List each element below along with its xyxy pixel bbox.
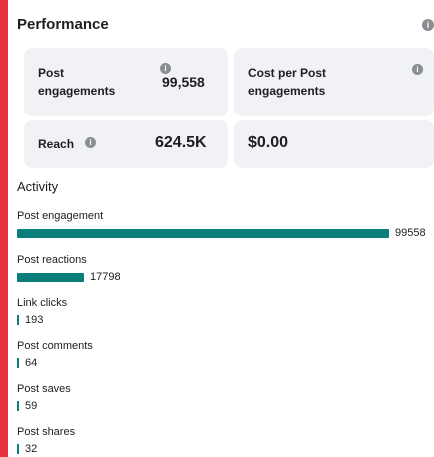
metric-label: Post shares — [17, 426, 76, 438]
info-icon[interactable]: i — [160, 63, 171, 74]
performance-title: Performance — [17, 16, 109, 33]
metric-row: 59 — [17, 399, 71, 413]
cost-per-post-label-line1: Cost per Post — [248, 66, 327, 80]
metric-value: 17798 — [90, 271, 121, 283]
post-engagements-card[interactable]: Post engagements i 99,558 — [24, 48, 228, 116]
metric-row: 17798 — [17, 270, 121, 284]
metric-bar — [17, 401, 19, 411]
metric-label: Link clicks — [17, 297, 68, 309]
cost-per-post-label-line2: engagements — [248, 84, 326, 98]
metric-value: 64 — [25, 357, 38, 369]
metric-label: Post reactions — [17, 254, 87, 266]
metric-row: 193 — [17, 313, 67, 327]
cost-value: $0.00 — [248, 134, 289, 151]
post-engagements-value: 99,558 — [162, 74, 205, 90]
post-engagements-label-line1: Post — [38, 66, 65, 80]
activity-metric: Post engagement 99558 — [17, 209, 426, 240]
metric-row: 99558 — [17, 226, 426, 240]
metric-bar — [17, 444, 19, 454]
cost-per-post-label: Cost per Post engagements — [248, 64, 326, 100]
metric-value: 99558 — [395, 227, 426, 239]
activity-metric: Post shares 32 — [17, 425, 75, 456]
post-engagements-label-line2: engagements — [38, 84, 116, 98]
activity-metric: Post comments 64 — [17, 339, 93, 370]
metric-value: 59 — [25, 400, 38, 412]
info-icon[interactable]: i — [422, 19, 434, 31]
metric-bar — [17, 272, 84, 282]
metric-row: 32 — [17, 442, 75, 456]
metric-bar — [17, 315, 19, 325]
metric-label: Post saves — [17, 383, 71, 395]
metric-value: 32 — [25, 443, 38, 455]
activity-metric: Post reactions 17798 — [17, 253, 121, 284]
cost-per-post-card[interactable]: Cost per Post engagements i — [234, 48, 434, 116]
activity-metric: Post saves 59 — [17, 382, 71, 413]
metric-label: Post comments — [17, 340, 93, 352]
metric-bar — [17, 228, 389, 238]
performance-panel: Performance i Post engagements i 99,558 … — [8, 0, 434, 457]
post-engagements-label: Post engagements — [38, 64, 115, 100]
metric-bar — [17, 358, 19, 368]
metric-value: 193 — [25, 314, 44, 326]
metric-row: 64 — [17, 356, 93, 370]
reach-label: Reach — [38, 137, 75, 151]
info-icon[interactable]: i — [412, 64, 423, 75]
metric-label: Post engagement — [17, 210, 104, 222]
info-icon[interactable]: i — [85, 137, 96, 148]
activity-title: Activity — [17, 179, 59, 194]
cost-value-card[interactable]: $0.00 — [234, 120, 434, 168]
reach-card[interactable]: Reach i 624.5K — [24, 120, 228, 168]
activity-metric: Link clicks 193 — [17, 296, 67, 327]
reach-value: 624.5K — [155, 134, 207, 151]
